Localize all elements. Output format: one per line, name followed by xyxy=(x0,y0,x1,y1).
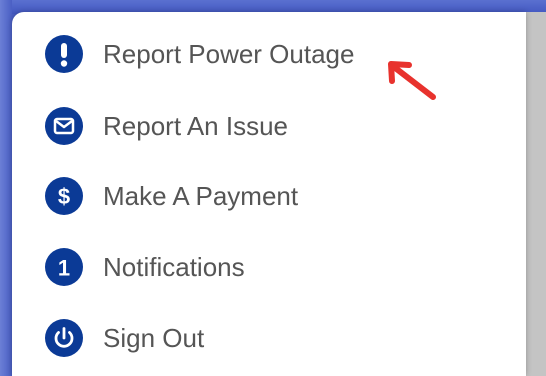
navigation-drawer: Report Power Outage Report An Issue $ Ma… xyxy=(12,12,526,376)
svg-text:$: $ xyxy=(58,184,70,209)
menu-item-report-power-outage[interactable]: Report Power Outage xyxy=(12,24,526,84)
envelope-icon xyxy=(45,107,83,145)
menu-item-report-an-issue[interactable]: Report An Issue xyxy=(12,96,526,156)
number-one-icon: 1 xyxy=(45,248,83,286)
menu-item-label: Report Power Outage xyxy=(103,38,355,69)
dollar-icon: $ xyxy=(45,177,83,215)
menu-item-label: Notifications xyxy=(103,251,245,282)
window-frame-left xyxy=(0,0,12,376)
svg-text:1: 1 xyxy=(58,256,70,281)
menu-item-notifications[interactable]: 1 Notifications xyxy=(12,237,526,297)
background-scrim xyxy=(526,12,546,376)
power-icon xyxy=(45,319,83,357)
menu-item-make-a-payment[interactable]: $ Make A Payment xyxy=(12,166,526,226)
exclamation-icon xyxy=(45,35,83,73)
menu-item-label: Report An Issue xyxy=(103,110,288,141)
menu-item-sign-out[interactable]: Sign Out xyxy=(12,308,526,368)
menu-item-label: Sign Out xyxy=(103,322,205,353)
menu-item-label: Make A Payment xyxy=(103,180,299,211)
annotation-arrow-icon xyxy=(388,61,436,100)
